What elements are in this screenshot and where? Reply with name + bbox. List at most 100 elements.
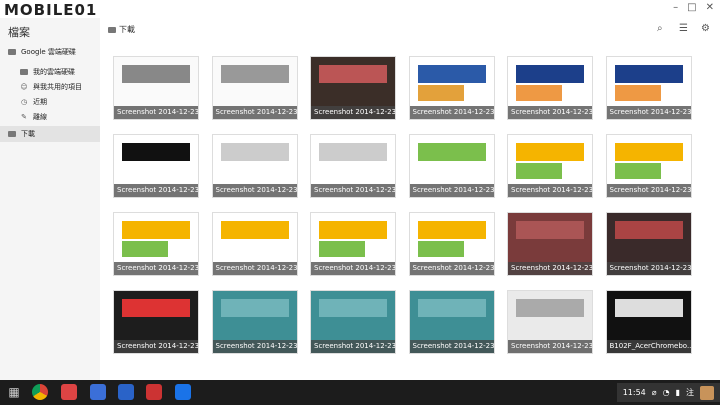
breadcrumb[interactable]: 下載	[108, 24, 135, 35]
file-thumbnail[interactable]: Screenshot 2014-12-23...	[211, 290, 298, 354]
file-thumbnail[interactable]: Screenshot 2014-12-23...	[211, 134, 298, 198]
avatar	[700, 385, 714, 400]
file-name: Screenshot 2014-12-23...	[114, 262, 198, 275]
gear-icon[interactable]: ⚙	[701, 23, 710, 34]
wifi-icon: ◔	[662, 388, 670, 397]
file-thumbnail[interactable]: Screenshot 2014-12-23...	[113, 212, 199, 276]
file-thumbnail[interactable]: Screenshot 2014-12-23...	[310, 290, 396, 354]
thumbnail-preview	[220, 299, 289, 317]
file-name: Screenshot 2014-12-23...	[409, 184, 494, 197]
clock-text: 11:54	[622, 388, 646, 397]
files-app-icon[interactable]	[175, 384, 191, 400]
status-tray[interactable]: 11:54 ⌀ ◔ ▮ 注	[616, 383, 720, 402]
maximize-icon[interactable]: □	[687, 2, 696, 13]
file-thumbnail[interactable]: Screenshot 2014-12-23...	[310, 212, 396, 276]
file-name: Screenshot 2014-12-23...	[409, 340, 494, 353]
file-thumbnail[interactable]: Screenshot 2014-12-23...	[605, 56, 692, 120]
file-thumbnail[interactable]: Screenshot 2014-12-23...	[507, 212, 593, 276]
file-thumbnail[interactable]: Screenshot 2014-12-23...	[507, 134, 593, 198]
thumbnail-preview	[122, 241, 168, 257]
sidebar-item-label: 近期	[33, 98, 47, 106]
file-name: Screenshot 2014-12-23...	[114, 106, 198, 119]
file-thumbnail[interactable]: Screenshot 2014-12-23...	[310, 134, 396, 198]
file-thumbnail[interactable]: Screenshot 2014-12-23...	[507, 290, 593, 354]
thumbnail-preview	[516, 85, 562, 101]
file-thumbnail[interactable]: Screenshot 2014-12-23...	[408, 290, 495, 354]
file-thumbnail[interactable]: Screenshot 2014-12-23...	[113, 56, 199, 120]
thumbnail-preview	[516, 221, 584, 239]
pin-icon: ✎	[21, 112, 27, 121]
youtube-icon[interactable]	[146, 384, 162, 400]
sidebar-item-offline[interactable]: ✎ 離線	[20, 111, 47, 123]
thumbnail-preview	[220, 221, 289, 239]
file-name: Screenshot 2014-12-23...	[212, 106, 297, 119]
file-name: Screenshot 2014-12-23...	[508, 340, 592, 353]
window-controls: – □ ✕	[673, 2, 714, 13]
thumbnail-preview	[319, 241, 365, 257]
sidebar-item-label: 與我共用的項目	[33, 83, 82, 91]
thumbnail-preview	[417, 241, 464, 257]
sidebar-item-recent[interactable]: ◷ 近期	[20, 96, 47, 108]
file-thumbnail[interactable]: Screenshot 2014-12-23...	[408, 212, 495, 276]
file-thumbnail[interactable]: Screenshot 2014-12-23...	[113, 134, 199, 198]
file-thumbnail[interactable]: B102F_AcerChromebo...	[605, 290, 692, 354]
sidebar-item-my-drive[interactable]: 我的雲端硬碟	[20, 66, 75, 78]
thumbnail-preview	[122, 143, 190, 161]
file-name: Screenshot 2014-12-23...	[114, 184, 198, 197]
thumbnail-preview	[319, 65, 387, 83]
folder-icon	[20, 69, 28, 75]
file-name: Screenshot 2014-12-23...	[114, 340, 198, 353]
close-icon[interactable]: ✕	[706, 2, 714, 13]
file-thumbnail[interactable]: Screenshot 2014-12-23...	[113, 290, 199, 354]
notifications-off-icon: ⌀	[651, 388, 657, 397]
app-title: 檔案	[8, 26, 30, 39]
file-name: Screenshot 2014-12-23...	[508, 184, 592, 197]
list-view-icon[interactable]: ☰	[679, 23, 688, 34]
thumbnail-preview	[122, 299, 190, 317]
file-name: Screenshot 2014-12-23...	[508, 262, 592, 275]
thumbnail-preview	[122, 221, 190, 239]
file-thumbnail[interactable]: Screenshot 2014-12-23...	[310, 56, 396, 120]
sidebar-item-google-drive[interactable]: Google 雲端硬碟	[8, 46, 76, 58]
thumbnail-preview	[417, 85, 464, 101]
file-thumbnail[interactable]: Screenshot 2014-12-23...	[408, 134, 495, 198]
file-thumbnail[interactable]: Screenshot 2014-12-23...	[211, 212, 298, 276]
clock-icon: ◷	[20, 97, 28, 106]
sidebar-item-label: Google 雲端硬碟	[21, 48, 76, 56]
thumbnail-preview	[319, 221, 387, 239]
thumbnail-preview	[614, 163, 661, 179]
download-folder-icon	[8, 131, 16, 137]
sidebar-item-shared[interactable]: ☺ 與我共用的項目	[20, 81, 82, 93]
search-icon[interactable]: ⌕	[657, 23, 663, 34]
sidebar-item-label: 離線	[33, 113, 47, 121]
thumbnail-preview	[516, 143, 584, 161]
file-name: Screenshot 2014-12-23...	[606, 262, 691, 275]
google-search-icon[interactable]	[90, 384, 106, 400]
battery-icon: ▮	[675, 388, 680, 397]
chrome-icon[interactable]	[32, 384, 48, 400]
file-name: Screenshot 2014-12-23...	[212, 262, 297, 275]
minimize-icon[interactable]: –	[673, 2, 678, 13]
sidebar: 檔案 Google 雲端硬碟 我的雲端硬碟 ☺ 與我共用的項目 ◷ 近期 ✎ 離…	[0, 18, 100, 380]
people-icon: ☺	[20, 82, 28, 91]
file-name: Screenshot 2014-12-23...	[606, 106, 691, 119]
app-launcher-icon[interactable]: ▦	[6, 384, 22, 400]
file-thumbnail[interactable]: Screenshot 2014-12-23...	[605, 212, 692, 276]
file-thumbnail[interactable]: Screenshot 2014-12-23...	[507, 56, 593, 120]
file-name: Screenshot 2014-12-23...	[311, 262, 395, 275]
sidebar-item-label: 我的雲端硬碟	[33, 68, 75, 76]
file-name: Screenshot 2014-12-23...	[409, 106, 494, 119]
file-name: Screenshot 2014-12-23...	[311, 184, 395, 197]
main-panel: 下載 ⌕ ☰ ⚙ Screenshot 2014-12-23... Screens…	[100, 18, 720, 380]
docs-icon[interactable]	[118, 384, 134, 400]
file-thumbnail[interactable]: Screenshot 2014-12-23...	[408, 56, 495, 120]
file-name: Screenshot 2014-12-23...	[508, 106, 592, 119]
file-thumbnail[interactable]: Screenshot 2014-12-23...	[211, 56, 298, 120]
gmail-icon[interactable]	[61, 384, 77, 400]
thumbnail-preview	[614, 85, 661, 101]
file-thumbnail[interactable]: Screenshot 2014-12-23...	[605, 134, 692, 198]
breadcrumb-label: 下載	[119, 25, 135, 34]
sidebar-item-downloads[interactable]: 下載	[8, 128, 35, 140]
thumbnail-preview	[516, 65, 584, 83]
sidebar-item-label: 下載	[21, 130, 35, 138]
